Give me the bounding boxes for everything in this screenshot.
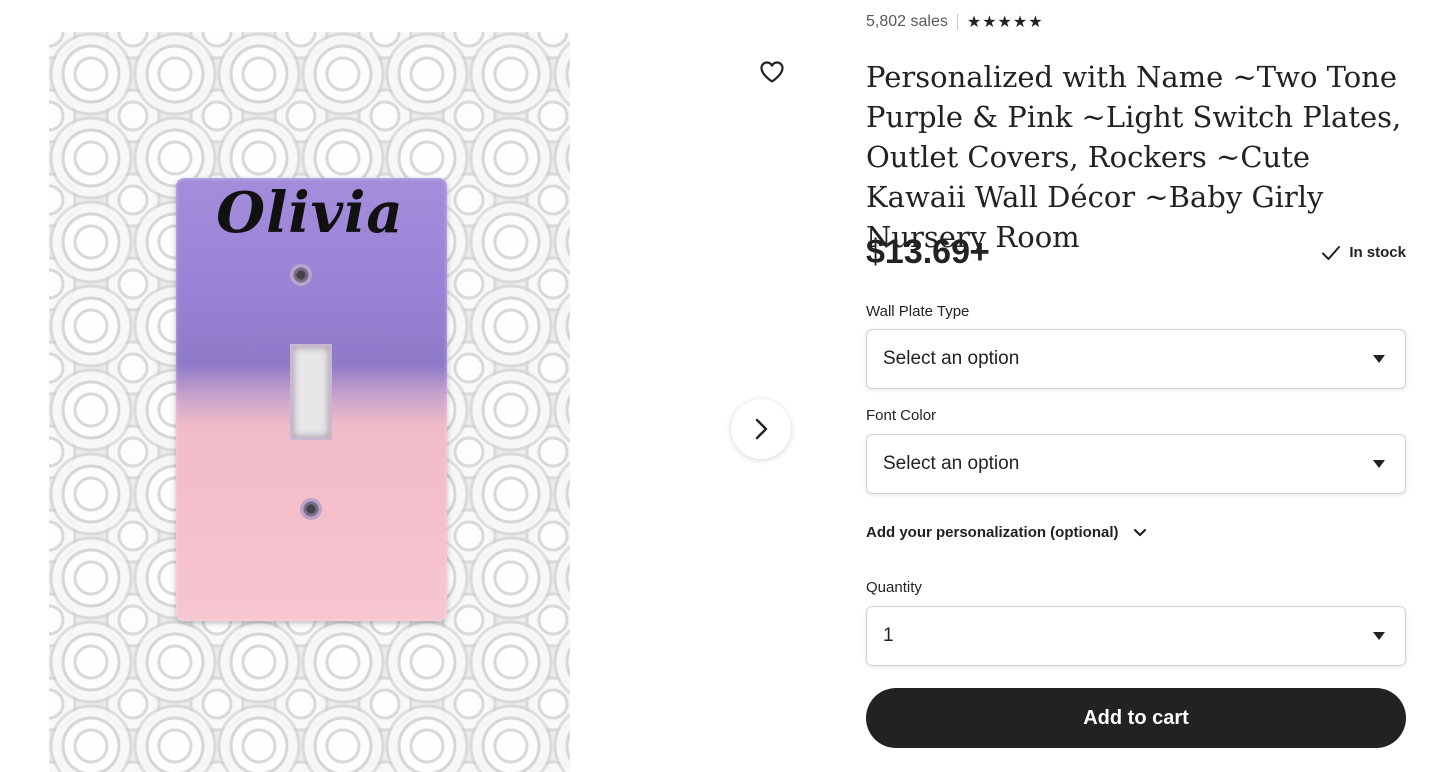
select-value: Select an option [883, 453, 1020, 474]
add-to-cart-button[interactable]: Add to cart [866, 688, 1406, 748]
top-screw [290, 264, 312, 286]
personalization-toggle[interactable]: Add your personalization (optional) [866, 524, 1147, 541]
star-rating[interactable]: ★★★★★ [967, 12, 1044, 32]
font-color-select[interactable]: Select an option [866, 434, 1406, 494]
caret-down-icon [1373, 632, 1385, 640]
caret-down-icon [1373, 460, 1385, 468]
chevron-right-icon [755, 418, 768, 440]
stock-status: In stock [1321, 244, 1406, 261]
switch-plate: Olivia [176, 178, 447, 621]
stock-label: In stock [1349, 244, 1406, 261]
quantity-label: Quantity [866, 579, 922, 596]
select-value: Select an option [883, 348, 1020, 369]
font-color-label: Font Color [866, 407, 937, 424]
wall-plate-type-label: Wall Plate Type [866, 303, 970, 320]
quantity-value: 1 [883, 625, 894, 646]
next-image-button[interactable] [731, 399, 791, 459]
personalization-label: Add your personalization (optional) [866, 524, 1119, 541]
sales-rating-row: 5,802 sales ★★★★★ [866, 12, 1044, 32]
listing-title: Personalized with Name ~Two Tone Purple … [866, 60, 1402, 254]
check-icon [1322, 245, 1341, 260]
bottom-screw [300, 498, 322, 520]
wall-plate-type-select[interactable]: Select an option [866, 329, 1406, 389]
chevron-down-icon [1133, 528, 1146, 536]
sales-count: 5,802 sales [866, 13, 948, 30]
quantity-select[interactable]: 1 [866, 606, 1406, 666]
heart-icon [760, 61, 784, 83]
favorite-button[interactable] [752, 56, 792, 88]
price: $13.69+ [866, 233, 990, 271]
product-image[interactable]: Olivia [49, 32, 570, 772]
caret-down-icon [1373, 355, 1385, 363]
plate-name-text: Olivia [216, 180, 404, 246]
switch-slot [290, 344, 332, 440]
divider [956, 14, 958, 30]
